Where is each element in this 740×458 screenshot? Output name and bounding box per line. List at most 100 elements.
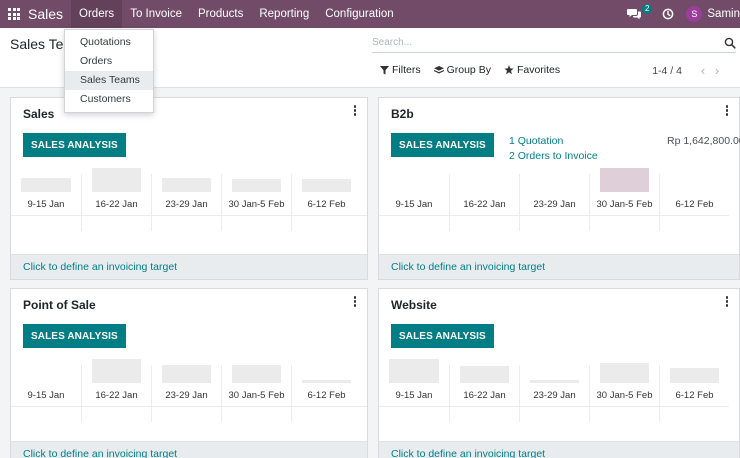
weekly-sales-graph[interactable]: 9-15 Jan 16-22 Jan 23-29 Jan 30 Jan-5 Feb 6-… (379, 168, 729, 231)
sales-bar[interactable] (302, 179, 351, 192)
sales-bar[interactable] (21, 178, 71, 192)
menu-item-orders[interactable]: Orders (65, 52, 153, 71)
weekly-sales-graph[interactable]: 9-15 Jan 16-22 Jan 23-29 Jan 30 Jan-5 Feb 6-… (11, 168, 367, 231)
week-column[interactable]: 16-22 Jan (449, 365, 519, 422)
menu-item-sales-teams[interactable]: Sales Teams (65, 71, 153, 90)
week-label: 23-29 Jan (533, 390, 576, 401)
chevron-left-icon[interactable]: ‹ (696, 63, 710, 78)
sales-bar[interactable] (92, 168, 141, 192)
menu-configuration[interactable]: Configuration (317, 0, 401, 28)
quotations-link[interactable]: 1 Quotation (509, 135, 563, 147)
week-column[interactable]: 16-22 Jan (81, 168, 151, 231)
card-menu-icon[interactable] (725, 105, 729, 117)
sales-bar[interactable] (232, 365, 281, 383)
sales-analysis-button[interactable]: SALES ANALYSIS (391, 324, 494, 348)
sales-analysis-button[interactable]: SALES ANALYSIS (23, 133, 126, 157)
user-avatar[interactable]: S (686, 6, 703, 22)
week-column[interactable]: 30 Jan-5 Feb (589, 363, 659, 422)
sales-bar[interactable] (162, 178, 211, 192)
menu-orders[interactable]: Orders (71, 0, 123, 28)
team-name[interactable]: Website (391, 298, 437, 312)
week-column[interactable]: 23-29 Jan (151, 174, 221, 231)
menu-products[interactable]: Products (190, 0, 251, 28)
quotations-amount: Rp 1,642,800.00 (667, 135, 740, 147)
week-column[interactable]: 23-29 Jan (151, 365, 221, 422)
pager-value[interactable]: 1-4 / 4 (652, 65, 682, 77)
week-column[interactable]: 9-15 Jan (379, 359, 449, 422)
user-name[interactable]: Samin (707, 8, 740, 20)
weekly-sales-graph[interactable]: 9-15 Jan 16-22 Jan 23-29 Jan 30 Jan-5 Feb 6-… (379, 359, 729, 422)
chat-count-badge: 2 (641, 4, 653, 14)
app-brand[interactable]: Sales (28, 6, 71, 22)
graph-divider (11, 215, 367, 216)
sales-bar[interactable] (92, 359, 141, 383)
team-name[interactable]: B2b (391, 107, 414, 121)
chevron-right-icon[interactable]: › (710, 63, 724, 78)
group-by-button[interactable]: Group By (433, 64, 491, 76)
layers-icon (433, 65, 444, 73)
card-menu-icon[interactable] (353, 296, 357, 308)
week-label: 6-12 Feb (307, 390, 346, 401)
week-column[interactable]: 23-29 Jan (519, 174, 589, 231)
week-label: 30 Jan-5 Feb (596, 199, 653, 210)
menu-reporting[interactable]: Reporting (251, 0, 317, 28)
apps-grid-icon (8, 8, 20, 20)
sales-bar[interactable] (600, 168, 649, 192)
filters-label: Filters (392, 64, 421, 76)
week-column[interactable]: 30 Jan-5 Feb (221, 174, 291, 231)
week-label: 23-29 Jan (165, 390, 208, 401)
invoicing-target-link[interactable]: Click to define an invoicing target (379, 254, 739, 279)
sales-analysis-button[interactable]: SALES ANALYSIS (23, 324, 126, 348)
search-options: Filters Group By Favorites (380, 64, 573, 76)
week-label: 6-12 Feb (675, 390, 714, 401)
sales-bar[interactable] (389, 359, 439, 383)
week-column[interactable]: 23-29 Jan (519, 365, 589, 422)
search-icon[interactable] (724, 37, 736, 49)
messaging-button[interactable]: 2 (622, 0, 653, 28)
week-column[interactable]: 6-12 Feb (291, 174, 361, 231)
graph-divider (11, 406, 367, 407)
search-input[interactable] (372, 37, 724, 48)
menu-to-invoice[interactable]: To Invoice (122, 0, 190, 28)
sales-bar[interactable] (600, 363, 649, 383)
week-column[interactable]: 16-22 Jan (449, 174, 519, 231)
week-column[interactable]: 30 Jan-5 Feb (589, 168, 659, 231)
card-menu-icon[interactable] (725, 296, 729, 308)
week-column[interactable]: 30 Jan-5 Feb (221, 365, 291, 422)
sales-analysis-button[interactable]: SALES ANALYSIS (391, 133, 494, 157)
week-column[interactable]: 6-12 Feb (659, 365, 729, 422)
team-card-point-of-sale: Point of Sale SALES ANALYSIS 9-15 Jan 16-… (10, 288, 368, 458)
menu-item-customers[interactable]: Customers (65, 90, 153, 109)
sales-bar[interactable] (302, 380, 351, 383)
sales-bar[interactable] (232, 179, 281, 192)
week-column[interactable]: 9-15 Jan (11, 174, 81, 231)
week-label: 23-29 Jan (533, 199, 576, 210)
week-label: 16-22 Jan (95, 390, 138, 401)
sales-bar[interactable] (162, 365, 211, 383)
team-card-website: Website SALES ANALYSIS 9-15 Jan 16-22 Jan… (378, 288, 740, 458)
invoicing-target-link[interactable]: Click to define an invoicing target (379, 441, 739, 458)
week-column[interactable]: 6-12 Feb (291, 365, 361, 422)
week-column[interactable]: 16-22 Jan (81, 359, 151, 422)
card-menu-icon[interactable] (353, 105, 357, 117)
invoicing-target-link[interactable]: Click to define an invoicing target (11, 254, 367, 279)
menu-item-quotations[interactable]: Quotations (65, 33, 153, 52)
favorites-button[interactable]: Favorites (504, 64, 560, 76)
week-label: 9-15 Jan (395, 390, 433, 401)
filters-button[interactable]: Filters (380, 64, 421, 76)
team-name[interactable]: Sales (23, 107, 54, 121)
team-name[interactable]: Point of Sale (23, 298, 96, 312)
sales-bar[interactable] (460, 366, 509, 383)
weekly-sales-graph[interactable]: 9-15 Jan 16-22 Jan 23-29 Jan 30 Jan-5 Feb 6-… (11, 359, 367, 422)
sales-bar[interactable] (530, 380, 579, 383)
week-column[interactable]: 9-15 Jan (379, 174, 449, 231)
activities-button[interactable] (658, 0, 678, 28)
week-label: 9-15 Jan (27, 390, 65, 401)
star-icon (504, 65, 514, 75)
orders-to-invoice-link[interactable]: 2 Orders to Invoice (509, 150, 598, 162)
sales-bar[interactable] (670, 368, 719, 383)
invoicing-target-link[interactable]: Click to define an invoicing target (11, 441, 367, 458)
week-column[interactable]: 6-12 Feb (659, 174, 729, 231)
app-menu-button[interactable] (0, 0, 28, 28)
week-column[interactable]: 9-15 Jan (11, 365, 81, 422)
